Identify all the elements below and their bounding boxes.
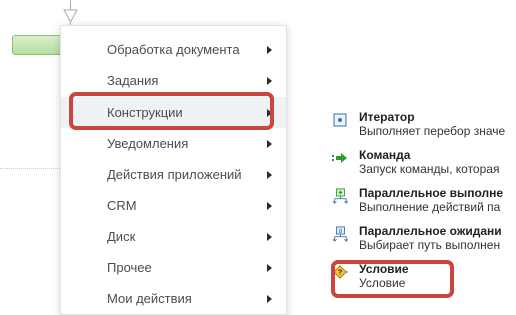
submenu-item-title: Команда — [359, 148, 411, 162]
menu-item-document-processing[interactable]: Обработка документа — [61, 34, 286, 65]
menu-item-label: CRM — [107, 198, 137, 213]
command-arrow-icon — [332, 150, 348, 166]
menu-item-label: Уведомления — [107, 136, 189, 151]
chevron-right-icon — [267, 232, 272, 241]
menu-item-label: Действия приложений — [107, 167, 242, 182]
menu-item-app-actions[interactable]: Действия приложений — [61, 159, 286, 190]
submenu-item-parallel-execution[interactable]: Параллельное выполне Выполнение действий… — [332, 186, 516, 220]
menu-item-label: Диск — [107, 229, 136, 244]
highlight-frame-constructions — [69, 92, 274, 130]
menu-item-label: Задания — [107, 73, 159, 88]
chevron-right-icon — [267, 45, 272, 54]
submenu-item-title: Параллельное выполне — [359, 186, 504, 200]
menu-item-label: Прочее — [107, 260, 152, 275]
menu-item-other[interactable]: Прочее — [61, 252, 286, 283]
menu-item-crm[interactable]: CRM — [61, 190, 286, 221]
chevron-right-icon — [267, 139, 272, 148]
menu-item-label: Обработка документа — [107, 42, 240, 57]
submenu-item-command[interactable]: Команда Запуск команды, которая — [332, 148, 516, 182]
menu-item-label: Мои действия — [107, 291, 192, 306]
iterator-icon — [332, 112, 348, 128]
submenu-item-description: Выполнение действий па — [359, 200, 501, 214]
canvas-divider — [0, 168, 60, 170]
chevron-right-icon — [267, 263, 272, 272]
menu-item-notifications[interactable]: Уведомления — [61, 128, 286, 159]
chevron-right-icon — [267, 294, 272, 303]
submenu-item-title: Параллельное ожидани — [359, 224, 502, 238]
submenu-item-description: Выбирает путь выполнен — [359, 238, 501, 252]
chevron-right-icon — [267, 201, 272, 210]
submenu-item-title: Итератор — [359, 110, 415, 124]
flow-arrow-icon — [63, 4, 78, 24]
highlight-frame-condition — [331, 260, 454, 298]
parallel-execution-icon — [332, 188, 348, 204]
menu-item-disk[interactable]: Диск — [61, 221, 286, 252]
submenu-item-description: Выполняет перебор значе — [359, 124, 506, 138]
submenu-item-iterator[interactable]: Итератор Выполняет перебор значе — [332, 110, 516, 144]
submenu-item-parallel-wait[interactable]: 8 Параллельное ожидани Выбирает путь вып… — [332, 224, 516, 258]
parallel-wait-icon: 8 — [332, 226, 348, 242]
menu-item-my-actions[interactable]: Мои действия — [61, 283, 286, 314]
submenu-item-description: Запуск команды, которая — [359, 162, 500, 176]
chevron-right-icon — [267, 170, 272, 179]
activity-category-menu: Обработка документа Задания Конструкции … — [60, 25, 287, 315]
chevron-right-icon — [267, 76, 272, 85]
